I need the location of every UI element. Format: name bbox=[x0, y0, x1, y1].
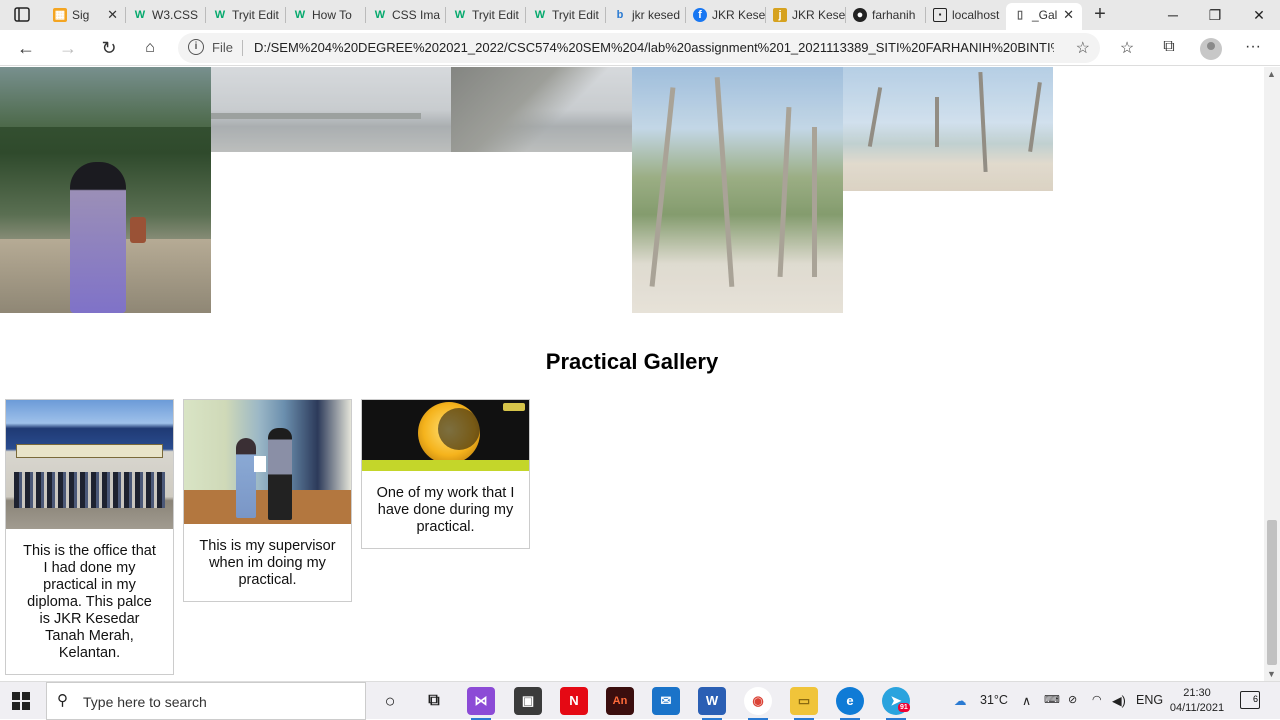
info-icon[interactable]: i bbox=[188, 39, 204, 55]
gallery-card[interactable]: This is my supervisor when im doing my p… bbox=[183, 399, 352, 602]
url-text[interactable]: D:/SEM%204%20DEGREE%202021_2022/CSC574%2… bbox=[254, 40, 1054, 55]
localhost-icon: ▪ bbox=[933, 8, 947, 22]
taskbar-search[interactable]: ⚲ Type here to search bbox=[46, 682, 366, 720]
browser-tab[interactable]: W Tryit Edit bbox=[446, 3, 526, 30]
browser-tab[interactable]: W W3.CSS bbox=[126, 3, 206, 30]
browser-tab[interactable]: ▪ localhost bbox=[926, 3, 1006, 30]
browser-toolbar: ← → ↻ ⌂ i File D:/SEM%204%20DEGREE%20202… bbox=[0, 30, 1280, 66]
clock-time: 21:30 bbox=[1183, 687, 1211, 699]
search-icon: ⚲ bbox=[57, 692, 68, 709]
photo-palm-trees-beach bbox=[632, 67, 843, 313]
w3schools-icon: W bbox=[214, 9, 226, 21]
browser-tab[interactable]: j JKR Kese bbox=[766, 3, 846, 30]
notification-center-icon[interactable]: 6 bbox=[1240, 691, 1260, 709]
card-description: This is the office that I had done my pr… bbox=[23, 543, 156, 661]
scheme-label: File bbox=[212, 40, 233, 55]
photo-supervisor[interactable] bbox=[184, 400, 351, 524]
browser-tab[interactable]: W CSS Ima bbox=[366, 3, 446, 30]
wifi-icon[interactable]: ◠ bbox=[1092, 693, 1102, 706]
photo-girl-on-wall bbox=[0, 67, 211, 313]
browser-tab-active[interactable]: ▯ _Gal ✕ bbox=[1006, 3, 1082, 30]
keyboard-icon[interactable]: ⌨ bbox=[1044, 693, 1060, 706]
jkr-icon: j bbox=[773, 8, 787, 22]
page-viewport: Practical Gallery This is the office tha… bbox=[0, 67, 1264, 681]
search-placeholder[interactable]: Type here to search bbox=[83, 694, 207, 710]
store-icon[interactable]: ▣ bbox=[514, 687, 542, 715]
clock-date: 04/11/2021 bbox=[1169, 702, 1225, 714]
back-button[interactable]: ← bbox=[12, 35, 40, 61]
telegram-icon[interactable]: ➤ 91 bbox=[882, 687, 910, 720]
chrome-icon[interactable]: ◉ bbox=[744, 687, 772, 720]
collections-icon[interactable]: ⧉ bbox=[1158, 38, 1180, 56]
gallery-card[interactable]: This is the office that I had done my pr… bbox=[5, 399, 174, 675]
w3schools-icon: W bbox=[534, 9, 546, 21]
github-icon: ● bbox=[853, 8, 867, 22]
restore-button[interactable]: ❐ bbox=[1192, 0, 1238, 30]
edge-icon[interactable]: e bbox=[836, 687, 864, 720]
task-view-icon[interactable]: ⧉ bbox=[420, 687, 448, 715]
browser-tab[interactable]: W Tryit Edit bbox=[526, 3, 606, 30]
refresh-button[interactable]: ↻ bbox=[95, 35, 123, 61]
card-description: One of my work that I have done during m… bbox=[376, 485, 515, 535]
tray-chevron-icon[interactable]: ∧ bbox=[1022, 693, 1031, 708]
scroll-up-icon[interactable]: ▲ bbox=[1267, 69, 1276, 79]
tab-strip: ▦ Sig ✕ W W3.CSS W Tryit Edit W How To W… bbox=[0, 0, 1280, 30]
mail-icon[interactable]: ✉ bbox=[652, 687, 680, 715]
visual-studio-icon[interactable]: ⋈ bbox=[467, 687, 495, 720]
photo-seaside-faded bbox=[211, 67, 632, 152]
w3schools-icon: W bbox=[454, 9, 466, 21]
close-window-button[interactable]: ✕ bbox=[1236, 0, 1280, 30]
w3schools-icon: W bbox=[134, 9, 146, 21]
volume-icon[interactable]: ◀) bbox=[1112, 693, 1126, 708]
word-icon[interactable]: W bbox=[698, 687, 726, 720]
new-tab-button[interactable]: + bbox=[1090, 3, 1110, 25]
weather-temp[interactable]: 31°C bbox=[980, 693, 1008, 707]
language-indicator[interactable]: ENG bbox=[1136, 693, 1163, 707]
close-tab-icon[interactable]: ✕ bbox=[107, 3, 118, 27]
animate-icon[interactable]: An bbox=[606, 687, 634, 715]
favorite-star-icon[interactable]: ☆ bbox=[1076, 38, 1090, 58]
more-menu-icon[interactable]: ··· bbox=[1242, 38, 1264, 56]
bing-icon: b bbox=[616, 9, 624, 21]
scrollbar-thumb[interactable] bbox=[1267, 520, 1277, 665]
windows-taskbar: ⚲ Type here to search ○ ⧉ ⋈ ▣ N An ✉ W ◉… bbox=[0, 681, 1280, 720]
close-tab-icon[interactable]: ✕ bbox=[1063, 3, 1074, 27]
page-scrollbar[interactable]: ▲ ▼ bbox=[1264, 67, 1280, 681]
card-description: This is my supervisor when im doing my p… bbox=[199, 538, 336, 588]
grid-icon: ▦ bbox=[53, 8, 67, 22]
photo-palm-beach-shore bbox=[843, 67, 1053, 191]
browser-tab[interactable]: f JKR Kese bbox=[686, 3, 766, 30]
photo-jkr-office[interactable] bbox=[6, 400, 173, 529]
network-off-icon[interactable]: ⊘ bbox=[1068, 693, 1077, 706]
browser-tab[interactable]: W Tryit Edit bbox=[206, 3, 286, 30]
telegram-badge: 91 bbox=[898, 703, 910, 712]
favorites-icon[interactable]: ☆ bbox=[1116, 38, 1138, 58]
browser-tab[interactable]: ● farhanih bbox=[846, 3, 926, 30]
browser-tab[interactable]: W How To bbox=[286, 3, 366, 30]
address-bar[interactable]: i File D:/SEM%204%20DEGREE%202021_2022/C… bbox=[178, 33, 1100, 63]
notification-count: 6 bbox=[1252, 694, 1258, 704]
gallery-heading: Practical Gallery bbox=[545, 349, 719, 374]
cortana-icon[interactable]: ○ bbox=[376, 687, 404, 715]
file-explorer-icon[interactable]: ▭ bbox=[790, 687, 818, 720]
forward-button[interactable]: → bbox=[54, 35, 82, 61]
minimize-button[interactable]: ─ bbox=[1150, 0, 1196, 30]
w3schools-icon: W bbox=[294, 9, 306, 21]
tab-actions-icon[interactable] bbox=[8, 5, 36, 25]
home-icon[interactable]: ⌂ bbox=[136, 35, 164, 61]
browser-tab[interactable]: b jkr kesed bbox=[606, 3, 686, 30]
scroll-down-icon[interactable]: ▼ bbox=[1267, 669, 1276, 679]
w3schools-icon: W bbox=[374, 9, 386, 21]
photo-poster-work[interactable] bbox=[362, 400, 529, 471]
browser-tab[interactable]: ▦ Sig ✕ bbox=[46, 3, 126, 30]
weather-icon[interactable]: ☁ bbox=[954, 693, 967, 708]
page-icon: ▯ bbox=[1016, 9, 1024, 21]
netflix-icon[interactable]: N bbox=[560, 687, 588, 715]
profile-avatar[interactable] bbox=[1200, 38, 1222, 60]
gallery-card[interactable]: One of my work that I have done during m… bbox=[361, 399, 530, 549]
system-clock[interactable]: 21:30 04/11/2021 bbox=[1164, 686, 1230, 716]
windows-start-icon[interactable] bbox=[12, 692, 30, 710]
facebook-icon: f bbox=[693, 8, 707, 22]
